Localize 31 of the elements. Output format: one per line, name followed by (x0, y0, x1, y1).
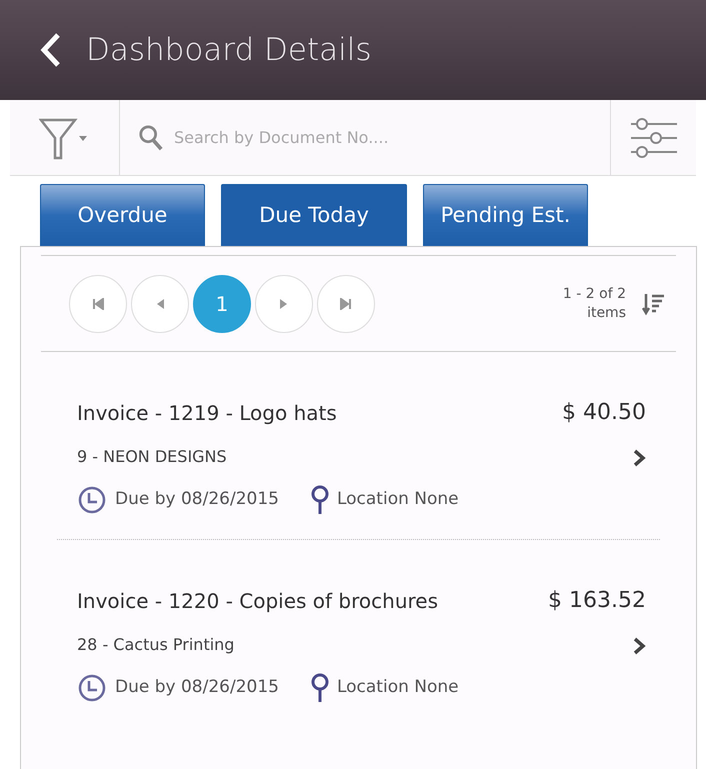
clock-icon (77, 673, 107, 703)
previous-page-icon (155, 298, 165, 310)
chevron-icon[interactable] (632, 448, 646, 468)
pin-icon (310, 673, 329, 703)
customer-name: 9 - NEON DESIGNS (77, 446, 227, 468)
item-title: Invoice - 1220 - Copies of brochures (77, 588, 438, 614)
pin-icon (310, 485, 329, 515)
due-date: Due by 08/26/2015 (115, 676, 279, 700)
next-page-icon (279, 298, 289, 310)
page-title: Dashboard Details (86, 30, 372, 70)
item-range: 1 - 2 of 2 (562, 285, 626, 304)
chevron-icon[interactable] (632, 636, 646, 656)
tab[interactable]: Due Today (221, 184, 407, 246)
item-title: Invoice - 1219 - Logo hats (77, 400, 337, 426)
item-amount: $ 163.52 (548, 587, 646, 615)
page-button[interactable]: 1 (193, 274, 251, 332)
last-page-icon (340, 298, 352, 310)
location: Location None (336, 488, 459, 512)
sort-icon[interactable] (642, 292, 666, 316)
settings-icon[interactable] (628, 116, 678, 160)
tab[interactable]: Overdue (40, 184, 205, 246)
due-date: Due by 08/26/2015 (115, 488, 279, 512)
tab[interactable]: Pending Est. (423, 184, 588, 246)
customer-name: 28 - Cactus Printing (77, 634, 234, 656)
back-icon[interactable] (40, 32, 62, 68)
first-page-icon (92, 298, 104, 310)
search-icon (138, 122, 164, 152)
item-unit: items (586, 304, 626, 322)
item-amount: $ 40.50 (562, 399, 646, 427)
location: Location None (336, 676, 459, 700)
clock-icon (77, 485, 107, 515)
